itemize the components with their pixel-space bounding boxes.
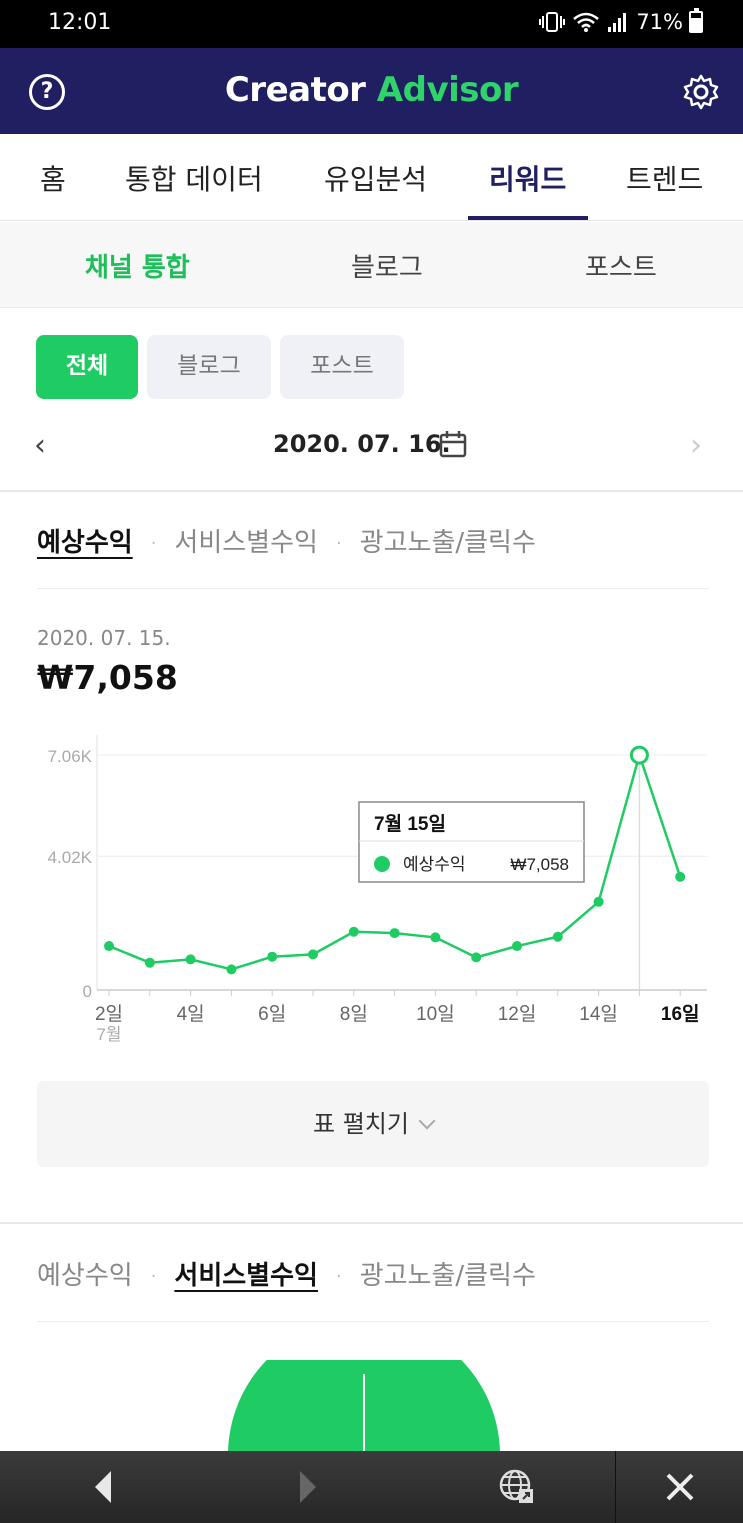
y-tick-label: 4.02K — [48, 848, 93, 867]
sub-tab-bar: 채널 통합 블로그 포스트 — [0, 222, 743, 308]
data-point — [512, 941, 522, 952]
x-tick-label: 6일 — [258, 1003, 286, 1025]
active-tab-indicator — [468, 216, 588, 220]
metric-separator: · — [335, 533, 342, 554]
tab-traffic-analysis[interactable]: 유입분석 — [324, 158, 427, 198]
metric-tab-impressions-clicks[interactable]: 광고노출/클릭수 — [360, 1261, 536, 1291]
data-point — [471, 952, 482, 963]
y-tick-label: 0 — [83, 982, 92, 1001]
data-point — [144, 957, 155, 968]
x-tick-label: 16일 — [661, 1003, 700, 1025]
data-point — [389, 928, 400, 939]
app-header: ? Creator Advisor — [0, 48, 743, 134]
section-divider — [0, 1222, 743, 1224]
prev-date-button[interactable]: ‹ — [34, 428, 46, 463]
tab-reward[interactable]: 리워드 — [489, 158, 566, 198]
calendar-icon[interactable] — [439, 430, 467, 458]
data-point — [308, 949, 318, 960]
data-point — [267, 951, 278, 962]
selected-value: ₩7,058 — [37, 658, 178, 697]
metric-tab-service-revenue[interactable]: 서비스별수익 — [174, 528, 318, 558]
section-divider — [0, 490, 743, 492]
tab-home[interactable]: 홈 — [40, 158, 66, 198]
current-date[interactable]: 2020. 07. 16. — [273, 430, 451, 458]
filter-chip-post[interactable]: 포스트 — [280, 335, 404, 399]
filter-chip-all[interactable]: 전체 — [36, 335, 138, 399]
next-date-button[interactable]: › — [690, 428, 702, 463]
data-point — [348, 926, 359, 937]
data-point-highlight — [629, 745, 649, 765]
x-tick-sublabel: 7월 — [96, 1025, 121, 1044]
data-point — [104, 941, 114, 952]
globe-icon[interactable] — [495, 1451, 539, 1523]
status-time: 12:01 — [48, 10, 112, 35]
tooltip-title: 7월 15일 — [374, 813, 446, 835]
close-icon[interactable] — [660, 1451, 700, 1523]
page: 12:01 71% ? Creator Advisor 홈 통합 데이터 유입분… — [0, 0, 743, 1523]
expand-table-button[interactable]: 표 펼치기 — [37, 1081, 709, 1167]
wifi-icon — [573, 12, 600, 32]
data-point — [226, 964, 237, 975]
data-point — [552, 931, 563, 942]
metric-separator: · — [150, 533, 157, 554]
x-tick-label: 14일 — [579, 1003, 618, 1025]
y-tick-label: 7.06K — [48, 747, 93, 766]
app-title: Creator Advisor — [0, 70, 743, 110]
selected-date: 2020. 07. 15. — [37, 626, 171, 650]
battery-percent: 71% — [636, 10, 683, 34]
x-tick-label: 8일 — [340, 1003, 368, 1025]
metric-separator: · — [150, 1266, 157, 1287]
main-tab-bar: 홈 통합 데이터 유입분석 리워드 트렌드 — [0, 134, 743, 221]
signal-icon — [608, 13, 627, 32]
metric-separator: · — [335, 1266, 342, 1287]
data-point — [185, 954, 196, 965]
divider-line — [37, 1321, 709, 1322]
x-tick-label: 4일 — [177, 1003, 205, 1025]
filter-chip-blog[interactable]: 블로그 — [147, 335, 271, 399]
metric-tab-expected-revenue[interactable]: 예상수익 — [37, 1261, 133, 1291]
status-bar: 12:01 71% — [0, 0, 743, 48]
app-title-part1: Creator — [224, 70, 366, 110]
x-tick-label: 12일 — [498, 1003, 537, 1025]
subtab-blog[interactable]: 블로그 — [351, 247, 423, 284]
settings-gear-icon[interactable] — [681, 72, 721, 112]
data-point — [675, 871, 686, 882]
divider-line — [37, 588, 709, 589]
tab-integrated-data[interactable]: 통합 데이터 — [125, 158, 263, 198]
data-point — [593, 896, 604, 907]
chevron-down-icon — [418, 1112, 436, 1130]
bottom-bar-separator — [615, 1451, 616, 1523]
status-icons: 71% — [538, 8, 703, 34]
app-title-part2: Advisor — [376, 70, 519, 110]
expand-table-label: 표 펼치기 — [313, 1110, 409, 1138]
forward-arrow-icon[interactable] — [288, 1451, 328, 1523]
x-tick-label: 10일 — [416, 1003, 455, 1025]
browser-bottom-bar — [0, 1451, 743, 1523]
tooltip-series-label: 예상수익 — [403, 855, 466, 874]
date-navigator: ‹ 2020. 07. 16. › — [0, 418, 743, 472]
revenue-line-chart[interactable]: 0 4.02K 7.06K 2일 4일 6일 8일 10일 12일 14일 16일 7월 7월 15일예… — [0, 720, 743, 1060]
metric-tab-expected-revenue[interactable]: 예상수익 — [37, 528, 133, 558]
tab-trend[interactable]: 트렌드 — [626, 158, 703, 198]
metric-tab-impressions-clicks[interactable]: 광고노출/클릭수 — [360, 528, 536, 558]
metric-tab-service-revenue[interactable]: 서비스별수익 — [174, 1261, 318, 1291]
metric-tab-bar: 예상수익 · 서비스별수익 · 광고노출/클릭수 — [37, 522, 536, 562]
data-point — [430, 932, 441, 943]
subtab-channel-all[interactable]: 채널 통합 — [85, 247, 190, 284]
service-revenue-pie-chart[interactable] — [0, 1360, 743, 1455]
metric-tab-bar-2: 예상수익 · 서비스별수익 · 광고노출/클릭수 — [37, 1255, 536, 1295]
tooltip-legend-dot — [374, 856, 390, 872]
subtab-post[interactable]: 포스트 — [585, 247, 657, 284]
back-arrow-icon[interactable] — [85, 1451, 125, 1523]
tooltip-value: ₩7,058 — [510, 855, 569, 874]
vibrate-icon — [539, 12, 566, 32]
x-tick-label: 2일 — [95, 1003, 123, 1025]
battery-icon — [689, 8, 703, 33]
